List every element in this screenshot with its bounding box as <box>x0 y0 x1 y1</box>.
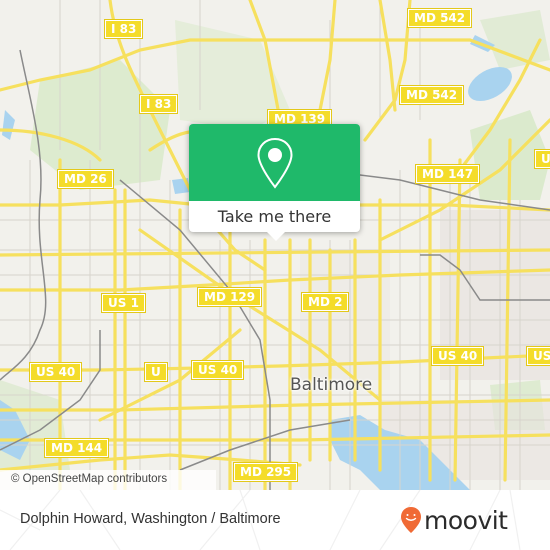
road-shield: MD 542 <box>406 8 473 28</box>
road-shield: I 83 <box>138 94 179 114</box>
road-shield: MD 295 <box>232 462 299 482</box>
road-shield: U <box>144 362 168 382</box>
road-shield: US 40 <box>430 346 485 366</box>
road-shield: US 1 <box>101 293 146 313</box>
map-attribution[interactable]: © OpenStreetMap contributors <box>0 470 216 490</box>
road-shield: I 83 <box>103 19 144 39</box>
popup-header <box>189 124 360 201</box>
road-shield: MD 129 <box>196 287 263 307</box>
moovit-logo[interactable]: moovit <box>400 506 508 534</box>
popup-tail <box>267 232 285 241</box>
road-shield: US 40 <box>28 362 83 382</box>
brand-name: moovit <box>424 505 508 535</box>
map-view[interactable]: I 83 I 83 MD 542 MD 542 MD 139 MD 26 MD … <box>0 0 550 490</box>
moovit-pin-icon <box>401 507 421 533</box>
city-label: Baltimore <box>290 375 373 395</box>
road-shield: US 40 <box>190 360 245 380</box>
location-popup: Take me there <box>189 124 360 241</box>
map-pin-icon <box>256 137 293 189</box>
road-shield: MD 26 <box>57 169 114 189</box>
road-shield: US <box>533 149 550 169</box>
road-shield: MD 147 <box>414 164 481 184</box>
road-shield: MD 542 <box>398 85 465 105</box>
road-shield: US <box>525 346 550 366</box>
footer: Dolphin Howard, Washington / Baltimore m… <box>0 490 550 550</box>
location-title: Dolphin Howard, Washington / Baltimore <box>20 511 281 527</box>
take-me-there-button[interactable]: Take me there <box>189 201 360 232</box>
road-shield: MD 2 <box>300 292 350 312</box>
map-base-layer <box>0 0 550 490</box>
road-shield: MD 144 <box>43 438 110 458</box>
